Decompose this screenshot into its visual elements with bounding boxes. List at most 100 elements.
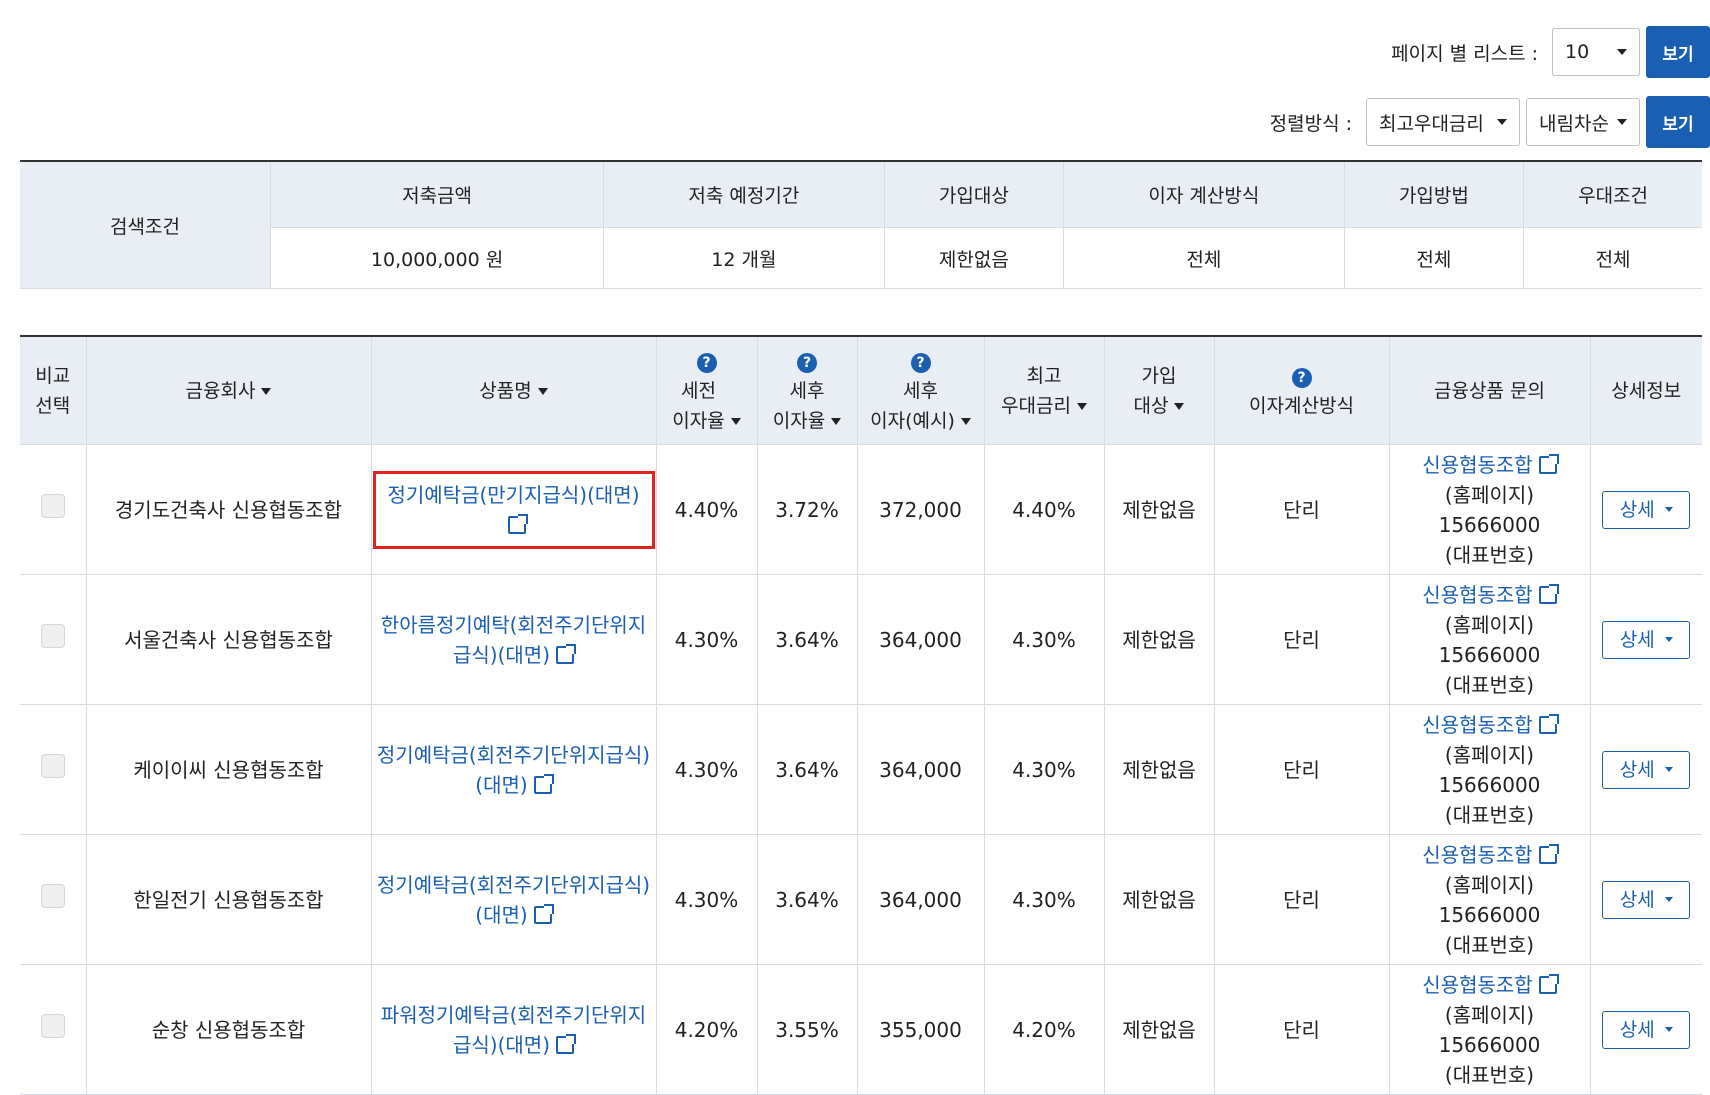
- table-row: 서울건축사 신용협동조합 한아름정기예탁(회전주기단위지급식)(대면) 4.30…: [20, 574, 1702, 705]
- post-tax-interest: 364,000: [857, 834, 985, 965]
- max-rate: 4.30%: [984, 834, 1105, 965]
- compare-cell: [20, 964, 87, 1095]
- col-post-tax[interactable]: ? 세후 이자율: [757, 336, 858, 445]
- external-link-icon: [533, 773, 554, 794]
- caret-down-icon: [1174, 402, 1185, 410]
- product-link[interactable]: 정기예탁금(회전주기단위지급식)(대면): [377, 873, 650, 927]
- compare-cell: [20, 574, 87, 705]
- compare-checkbox[interactable]: [40, 623, 65, 648]
- question-circle-icon[interactable]: ?: [1291, 367, 1312, 388]
- external-link-icon: [507, 513, 528, 534]
- external-link-icon: [1538, 453, 1559, 474]
- inquiry-phone: 15666000: [1438, 642, 1541, 667]
- per-page-select[interactable]: 10: [1552, 28, 1640, 76]
- compare-checkbox[interactable]: [40, 883, 65, 908]
- col-product[interactable]: 상품명: [371, 336, 657, 445]
- chevron-down-icon: [1617, 119, 1627, 125]
- caret-down-icon: [261, 387, 272, 395]
- product-link[interactable]: 한아름정기예탁(회전주기단위지급식)(대면): [381, 613, 646, 667]
- inquiry-cell: 신용협동조합 (홈페이지) 15666000 (대표번호): [1389, 444, 1591, 575]
- caret-down-icon: [831, 417, 842, 425]
- product-cell: 파워정기예탁금(회전주기단위지급식)(대면): [371, 964, 657, 1095]
- company-name: 순창 신용협동조합: [86, 964, 372, 1095]
- col-max-rate[interactable]: 최고 우대금리: [984, 336, 1105, 445]
- inquiry-phone: 15666000: [1438, 1032, 1541, 1057]
- table-row: 한일전기 신용협동조합 정기예탁금(회전주기단위지급식)(대면) 4.30% 3…: [20, 834, 1702, 965]
- inquiry-home: (홈페이지): [1444, 482, 1535, 507]
- question-circle-icon[interactable]: ?: [696, 352, 717, 373]
- condition-value: 전체: [1063, 227, 1345, 289]
- question-circle-icon[interactable]: ?: [910, 352, 931, 373]
- post-tax-rate: 3.64%: [757, 704, 858, 835]
- detail-cell: 상세: [1590, 964, 1702, 1095]
- chevron-down-icon: [1664, 897, 1673, 902]
- condition-header: 저축 예정기간: [603, 161, 885, 228]
- table-row: 순창 신용협동조합 파워정기예탁금(회전주기단위지급식)(대면) 4.20% 3…: [20, 964, 1702, 1095]
- compare-checkbox[interactable]: [40, 1013, 65, 1038]
- post-tax-rate: 3.55%: [757, 964, 858, 1095]
- post-tax-rate: 3.64%: [757, 834, 858, 965]
- chevron-down-icon: [1664, 637, 1673, 642]
- external-link-icon: [1538, 713, 1559, 734]
- per-page-control: 페이지 별 리스트 : 10 보기: [1391, 26, 1710, 78]
- sort-field-value: 최고우대금리: [1379, 112, 1484, 135]
- col-inquiry: 금융상품 문의: [1389, 336, 1591, 445]
- chevron-down-icon: [1664, 1027, 1673, 1032]
- post-tax-interest: 364,000: [857, 704, 985, 835]
- detail-button[interactable]: 상세: [1602, 620, 1691, 659]
- product-link[interactable]: 정기예탁금(만기지급식)(대면): [387, 483, 640, 537]
- product-link[interactable]: 정기예탁금(회전주기단위지급식)(대면): [377, 743, 650, 797]
- inquiry-rep: (대표번호): [1444, 1062, 1535, 1087]
- inquiry-link[interactable]: 신용협동조합: [1422, 453, 1559, 477]
- company-name: 한일전기 신용협동조합: [86, 834, 372, 965]
- detail-cell: 상세: [1590, 444, 1702, 575]
- inquiry-cell: 신용협동조합 (홈페이지) 15666000 (대표번호): [1389, 834, 1591, 965]
- compare-cell: [20, 444, 87, 575]
- external-link-icon: [1538, 843, 1559, 864]
- inquiry-home: (홈페이지): [1444, 612, 1535, 637]
- calc-method: 단리: [1214, 704, 1390, 835]
- detail-button[interactable]: 상세: [1602, 490, 1691, 529]
- post-tax-interest: 372,000: [857, 444, 985, 575]
- condition-header: 가입방법: [1344, 161, 1525, 228]
- col-detail: 상세정보: [1590, 336, 1702, 445]
- company-name: 케이이씨 신용협동조합: [86, 704, 372, 835]
- inquiry-link[interactable]: 신용협동조합: [1422, 843, 1559, 867]
- calc-method: 단리: [1214, 574, 1390, 705]
- pre-tax-rate: 4.40%: [656, 444, 758, 575]
- inquiry-link[interactable]: 신용협동조합: [1422, 973, 1559, 997]
- detail-button[interactable]: 상세: [1602, 1010, 1691, 1049]
- condition-header: 가입대상: [884, 161, 1065, 228]
- conditions-label: 검색조건: [20, 161, 271, 289]
- inquiry-home: (홈페이지): [1444, 1002, 1535, 1027]
- chevron-down-icon: [1664, 767, 1673, 772]
- table-row: 케이이씨 신용협동조합 정기예탁금(회전주기단위지급식)(대면) 4.30% 3…: [20, 704, 1702, 835]
- join-target: 제한없음: [1104, 834, 1215, 965]
- sort-order-select[interactable]: 내림차순: [1526, 98, 1640, 146]
- detail-button[interactable]: 상세: [1602, 880, 1691, 919]
- view-button-per-page[interactable]: 보기: [1646, 26, 1710, 78]
- inquiry-link[interactable]: 신용협동조합: [1422, 713, 1559, 737]
- max-rate: 4.30%: [984, 574, 1105, 705]
- post-tax-rate: 3.64%: [757, 574, 858, 705]
- sort-field-select[interactable]: 최고우대금리: [1366, 98, 1520, 146]
- product-link[interactable]: 파워정기예탁금(회전주기단위지급식)(대면): [381, 1003, 646, 1057]
- col-target[interactable]: 가입 대상: [1104, 336, 1215, 445]
- detail-button[interactable]: 상세: [1602, 750, 1691, 789]
- question-circle-icon[interactable]: ?: [797, 352, 817, 373]
- sort-order-value: 내림차순: [1539, 112, 1609, 135]
- inquiry-link[interactable]: 신용협동조합: [1422, 583, 1559, 607]
- chevron-down-icon: [1497, 119, 1507, 125]
- compare-checkbox[interactable]: [40, 493, 65, 518]
- product-cell: 정기예탁금(만기지급식)(대면): [371, 444, 657, 575]
- calc-method: 단리: [1214, 834, 1390, 965]
- col-company[interactable]: 금융회사: [86, 336, 372, 445]
- compare-checkbox[interactable]: [40, 753, 65, 778]
- results-table: 비교 선택 금융회사 상품명 ? 세전 이자율 ? 세후 이자율 ? 세후 이자(예시) 최고…: [20, 335, 1702, 1095]
- condition-value: 10,000,000 원: [270, 227, 605, 289]
- condition-header: 저축금액: [270, 161, 605, 228]
- col-post-interest[interactable]: ? 세후 이자(예시): [857, 336, 985, 445]
- col-pre-tax[interactable]: ? 세전 이자율: [656, 336, 758, 445]
- view-button-sort[interactable]: 보기: [1646, 96, 1710, 148]
- max-rate: 4.30%: [984, 704, 1105, 835]
